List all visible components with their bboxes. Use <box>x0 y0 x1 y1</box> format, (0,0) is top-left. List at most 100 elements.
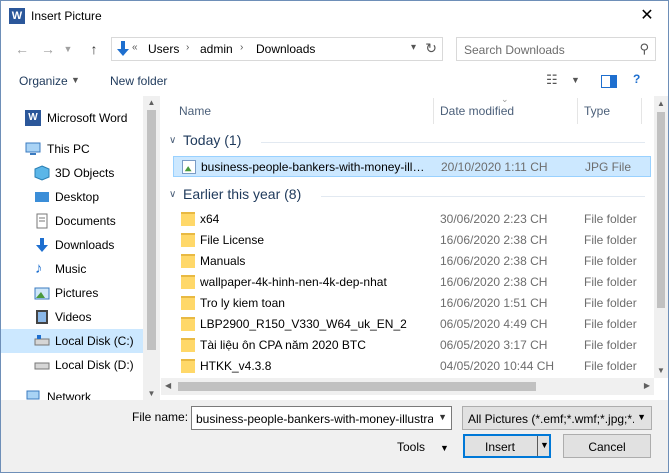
file-date: 04/05/2020 10:44 CH <box>440 359 555 373</box>
file-date: 16/06/2020 2:38 CH <box>440 233 548 247</box>
scroll-down-icon[interactable]: ▼ <box>143 389 160 398</box>
insert-button-label: Insert <box>485 440 516 454</box>
chevron-down-icon[interactable]: ▼ <box>571 75 580 85</box>
sidebar-item-videos[interactable]: Videos <box>1 305 143 329</box>
folder-row[interactable]: Manuals 16/06/2020 2:38 CH File folder <box>173 251 651 272</box>
cancel-button[interactable]: Cancel <box>563 434 651 458</box>
sidebar-item-microsoft-word[interactable]: W Microsoft Word <box>1 106 143 130</box>
address-bar[interactable]: « Users › admin › Downloads ▾ ↻ <box>111 37 443 61</box>
chevron-down-icon[interactable]: ▼ <box>540 440 549 450</box>
sidebar-item-local-disk-c[interactable]: Local Disk (C:) <box>1 329 143 353</box>
folder-row[interactable]: LBP2900_R150_V330_W64_uk_EN_2 06/05/2020… <box>173 314 651 335</box>
new-folder-button[interactable]: New folder <box>110 74 167 88</box>
address-history-chevron-icon[interactable]: ▾ <box>411 42 416 53</box>
scroll-left-icon[interactable]: ◀ <box>165 381 171 390</box>
file-date: 16/06/2020 2:38 CH <box>440 254 548 268</box>
sidebar-item-this-pc[interactable]: This PC <box>1 137 143 161</box>
chevron-down-icon[interactable]: ∨ <box>169 135 176 146</box>
file-list-vertical-scrollbar[interactable]: ▲ ▼ <box>654 96 668 378</box>
file-name: HTKK_v4.3.8 <box>200 359 272 373</box>
file-name-label: File name: <box>132 410 189 424</box>
file-row-selected[interactable]: business-people-bankers-with-money-illus… <box>173 156 651 177</box>
sidebar-item-downloads[interactable]: Downloads <box>1 233 143 257</box>
group-label: Earlier this year (8) <box>183 186 302 202</box>
scroll-right-icon[interactable]: ▶ <box>644 381 650 390</box>
refresh-icon[interactable]: ↻ <box>425 40 437 57</box>
file-name: Tro ly kiem toan <box>200 296 285 310</box>
crumb-downloads[interactable]: Downloads <box>256 42 315 56</box>
scroll-down-icon[interactable]: ▼ <box>654 366 668 375</box>
file-name-value[interactable]: business-people-bankers-with-money-illus… <box>196 412 433 426</box>
folder-row[interactable]: File License 16/06/2020 2:38 CH File fol… <box>173 230 651 251</box>
navigation-pane-scrollbar[interactable]: ▲ ▼ <box>143 96 160 400</box>
folder-row[interactable]: Tài liệu ôn CPA năm 2020 BTC 06/05/2020 … <box>173 335 651 356</box>
sidebar-item-documents[interactable]: Documents <box>1 209 143 233</box>
scroll-up-icon[interactable]: ▲ <box>143 98 160 107</box>
column-divider[interactable] <box>433 98 434 124</box>
column-name[interactable]: Name <box>179 104 211 118</box>
file-name: business-people-bankers-with-money-illus… <box>201 160 429 174</box>
video-icon <box>36 310 48 324</box>
folder-icon <box>181 212 195 226</box>
folder-icon <box>181 338 195 352</box>
folder-row[interactable]: x64 30/06/2020 2:23 CH File folder <box>173 209 651 230</box>
group-header-earlier-this-year[interactable]: ∨ Earlier this year (8) <box>169 186 649 206</box>
recent-locations-chevron-icon[interactable]: ▼ <box>59 40 77 58</box>
search-box[interactable]: Search Downloads ⚲ <box>456 37 656 61</box>
sidebar-item-pictures[interactable]: Pictures <box>1 281 143 305</box>
view-options-icon[interactable]: ☷ <box>546 72 558 88</box>
forward-arrow-icon[interactable]: → <box>39 40 57 58</box>
chevron-down-icon[interactable]: ▼ <box>438 412 447 422</box>
image-file-icon <box>182 160 196 174</box>
column-date-modified[interactable]: Date modified <box>440 104 514 118</box>
address-overflow[interactable]: « <box>132 42 138 53</box>
search-icon[interactable]: ⚲ <box>639 41 649 57</box>
help-icon[interactable]: ? <box>633 72 640 86</box>
crumb-admin[interactable]: admin <box>200 42 233 56</box>
sidebar-item-local-disk-d[interactable]: Local Disk (D:) <box>1 353 143 377</box>
sidebar-item-3d-objects[interactable]: 3D Objects <box>1 161 143 185</box>
group-divider <box>261 142 645 143</box>
folder-row[interactable]: HTKK_v4.3.8 04/05/2020 10:44 CH File fol… <box>173 356 651 377</box>
group-header-today[interactable]: ∨ Today (1) <box>169 132 649 152</box>
chevron-down-icon[interactable]: ▼ <box>71 75 80 85</box>
tools-button[interactable]: Tools <box>397 440 425 454</box>
group-label: Today (1) <box>183 132 242 148</box>
file-date: 30/06/2020 2:23 CH <box>440 212 548 226</box>
scroll-up-icon[interactable]: ▲ <box>654 99 668 108</box>
close-icon[interactable]: ✕ <box>632 5 662 27</box>
column-divider[interactable] <box>641 98 642 124</box>
chevron-down-icon[interactable]: ▼ <box>440 443 449 453</box>
column-type[interactable]: Type <box>584 104 610 118</box>
back-arrow-icon[interactable]: ← <box>13 40 31 58</box>
sidebar-item-label: Music <box>55 262 87 276</box>
insert-button[interactable]: Insert ▼ <box>463 434 551 458</box>
scrollbar-thumb[interactable] <box>147 110 156 350</box>
column-divider[interactable] <box>577 98 578 124</box>
sidebar-item-music[interactable]: ♪ Music <box>1 257 143 281</box>
crumb-users[interactable]: Users <box>148 42 179 56</box>
file-date: 16/06/2020 2:38 CH <box>440 275 548 289</box>
up-arrow-icon[interactable]: ↑ <box>85 40 103 58</box>
network-icon <box>26 390 40 400</box>
sidebar-item-network[interactable]: Network <box>1 385 143 400</box>
scrollbar-thumb[interactable] <box>178 382 536 391</box>
chevron-down-icon[interactable]: ▼ <box>637 412 646 422</box>
folder-row[interactable]: Tro ly kiem toan 16/06/2020 1:51 CH File… <box>173 293 651 314</box>
chevron-down-icon[interactable]: ∨ <box>169 189 176 200</box>
folder-row[interactable]: wallpaper-4k-hinh-nen-4k-dep-nhat 16/06/… <box>173 272 651 293</box>
cube-icon <box>34 165 50 181</box>
file-name: File License <box>200 233 265 247</box>
scrollbar-thumb[interactable] <box>657 112 665 308</box>
sidebar-item-label: Microsoft Word <box>47 111 128 125</box>
organize-button[interactable]: Organize <box>19 74 68 88</box>
preview-pane-icon[interactable] <box>601 75 617 88</box>
search-input[interactable]: Search Downloads <box>464 43 565 57</box>
file-type-filter-select[interactable]: All Pictures (*.emf;*.wmf;*.jpg;*.jpeg;*… <box>462 406 652 430</box>
sidebar-item-desktop[interactable]: Desktop <box>1 185 143 209</box>
file-list: Name ⌄ Date modified Type ∨ Today (1) bu… <box>161 96 655 378</box>
file-list-horizontal-scrollbar[interactable]: ◀ ▶ <box>161 378 654 395</box>
desktop-icon <box>35 192 49 202</box>
drive-icon <box>34 362 50 370</box>
file-name-field[interactable]: business-people-bankers-with-money-illus… <box>191 406 452 430</box>
